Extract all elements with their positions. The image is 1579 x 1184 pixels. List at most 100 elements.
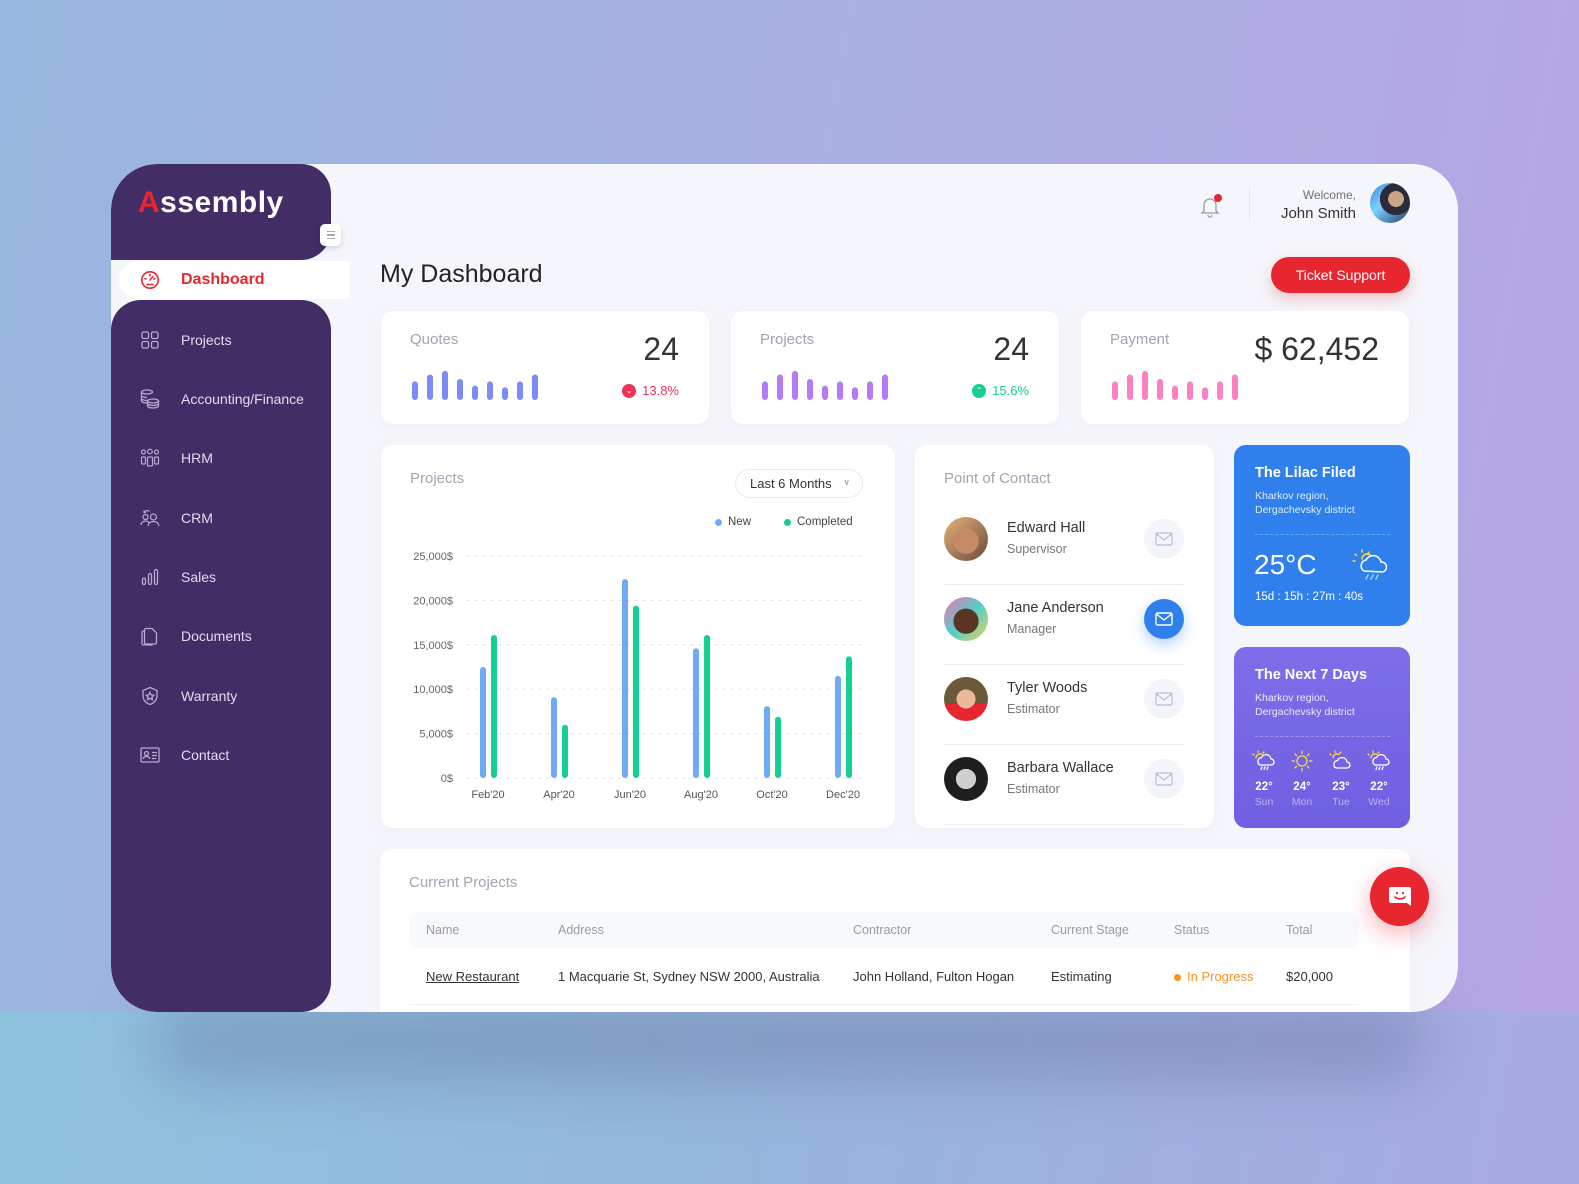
send-email-button[interactable]	[1144, 759, 1184, 799]
stat-value: 24	[993, 331, 1029, 367]
sidebar-item-sales[interactable]: Sales	[111, 557, 331, 597]
sparkline-bar	[822, 385, 828, 400]
stat-delta: ⌃ 15.6%	[972, 383, 1029, 398]
x-tick-label: Jun'20	[614, 789, 646, 801]
customers-icon	[139, 507, 161, 529]
x-tick-label: Dec'20	[826, 789, 860, 801]
x-tick-label: Apr'20	[543, 789, 574, 801]
sun-cloud-icon	[1329, 750, 1351, 769]
bar-new[interactable]	[480, 667, 486, 778]
project-name-link[interactable]: New Restaurant	[426, 959, 519, 995]
sidebar-item-accounting[interactable]: Accounting/Finance	[111, 379, 331, 419]
column-header[interactable]: Name	[426, 912, 459, 948]
y-tick-label: 5,000$	[419, 729, 453, 741]
projects-bar-chart: 0$ 5,000$ 10,000$ 15,000$ 20,000$ 25,000$ Feb'…	[413, 551, 867, 801]
sidebar-header: Assembly	[111, 164, 331, 260]
notification-badge	[1214, 194, 1222, 202]
contact-item[interactable]: Jane Anderson Manager	[944, 585, 1184, 665]
current-projects-panel: Current Projects Name Address Contractor…	[380, 849, 1410, 1012]
table-row: New Restaurant 1 Macquarie St, Sydney NS…	[409, 959, 1359, 1005]
sidebar-item-warranty[interactable]: Warranty	[111, 676, 331, 716]
bar-new[interactable]	[764, 706, 770, 778]
user-name[interactable]: John Smith	[1281, 205, 1356, 222]
sparkline-bar	[762, 381, 768, 400]
sparkline-bar	[1157, 379, 1163, 400]
sparkline-bar	[777, 374, 783, 400]
stat-card-payment: Payment $ 62,452	[1081, 311, 1409, 424]
mail-icon	[1155, 772, 1173, 786]
sparkline-bar	[1232, 374, 1238, 400]
bar-completed[interactable]	[562, 724, 568, 778]
sidebar-item-projects[interactable]: Projects	[111, 320, 331, 360]
send-email-button[interactable]	[1144, 599, 1184, 639]
bar-completed[interactable]	[491, 635, 497, 778]
main-content: Welcome, John Smith My Dashboard Ticket …	[331, 164, 1458, 1012]
chat-support-button[interactable]	[1370, 867, 1429, 926]
bar-new[interactable]	[622, 579, 628, 778]
mail-icon	[1155, 532, 1173, 546]
sparkline-bar	[1112, 381, 1118, 400]
x-tick-label: Feb'20	[471, 789, 504, 801]
stat-card-quotes: Quotes 24 ⌄ 13.8%	[381, 311, 709, 424]
coins-stack-icon	[139, 388, 161, 410]
send-email-button[interactable]	[1144, 679, 1184, 719]
logo[interactable]: Assembly	[138, 186, 284, 220]
column-header[interactable]: Status	[1174, 912, 1209, 948]
contact-avatar	[944, 677, 988, 721]
y-tick-label: 20,000$	[413, 595, 453, 607]
sparkline-bar	[1187, 381, 1193, 400]
sparkline-bar	[807, 379, 813, 400]
weather-forecast-card[interactable]: The Next 7 Days Kharkov region, Dergachev…	[1234, 647, 1410, 828]
bar-completed[interactable]	[775, 716, 781, 778]
sparkline-bar	[1202, 387, 1208, 400]
sparkline-bar	[1127, 374, 1133, 400]
sparkline-bar	[837, 381, 843, 400]
sparkline-bar	[882, 374, 888, 400]
projects-chart-panel: Projects Last 6 Months ∨ New Completed 0…	[381, 445, 895, 828]
sparkline-bar	[532, 374, 538, 400]
contact-item[interactable]: Edward Hall Supervisor	[944, 505, 1184, 585]
status-badge: In Progress	[1174, 959, 1253, 995]
projects-sparkline	[762, 370, 888, 400]
bar-new[interactable]	[693, 648, 699, 778]
bar-completed[interactable]	[846, 656, 852, 778]
bar-completed[interactable]	[633, 605, 639, 778]
forecast-day: 22° Sun	[1245, 750, 1283, 808]
column-header[interactable]: Total	[1286, 912, 1312, 948]
sidebar-item-hrm[interactable]: HRM	[111, 438, 331, 478]
trend-down-icon: ⌄	[622, 383, 637, 398]
header-divider	[1249, 186, 1250, 222]
bar-completed[interactable]	[704, 635, 710, 778]
contact-item[interactable]: Barbara Wallace Estimator	[944, 745, 1184, 825]
stat-value: 24	[643, 331, 679, 367]
weather-current-card[interactable]: The Lilac Filed Kharkov region, Dergachev…	[1234, 445, 1410, 626]
send-email-button[interactable]	[1144, 519, 1184, 559]
speedometer-icon	[139, 269, 161, 291]
payment-sparkline	[1112, 370, 1238, 400]
sparkline-bar	[1172, 385, 1178, 400]
sparkline-bar	[472, 385, 478, 400]
countdown-timer: 15d : 15h : 27m : 40s	[1255, 591, 1364, 603]
contact-item[interactable]: Tyler Woods Estimator	[944, 665, 1184, 745]
sidebar-item-crm[interactable]: CRM	[111, 498, 331, 538]
contact-avatar	[944, 517, 988, 561]
sparkline-bar	[517, 381, 523, 400]
contact-card-icon	[139, 744, 161, 766]
column-header[interactable]: Contractor	[853, 912, 911, 948]
bar-new[interactable]	[835, 675, 841, 778]
ticket-support-button[interactable]: Ticket Support	[1271, 257, 1410, 293]
bar-new[interactable]	[551, 697, 557, 778]
grid-icon	[139, 329, 161, 351]
x-tick-label: Oct'20	[756, 789, 787, 801]
card-shadow	[150, 1000, 1430, 1080]
user-avatar[interactable]	[1370, 183, 1410, 223]
mail-icon	[1155, 612, 1173, 626]
sparkline-bar	[852, 387, 858, 400]
mail-icon	[1155, 692, 1173, 706]
shield-star-icon	[139, 685, 161, 707]
sidebar-item-contact[interactable]: Contact	[111, 735, 331, 775]
column-header[interactable]: Current Stage	[1051, 912, 1129, 948]
sidebar-item-documents[interactable]: Documents	[111, 616, 331, 656]
sidebar-item-dashboard[interactable]: Dashboard	[119, 261, 349, 299]
column-header[interactable]: Address	[558, 912, 604, 948]
